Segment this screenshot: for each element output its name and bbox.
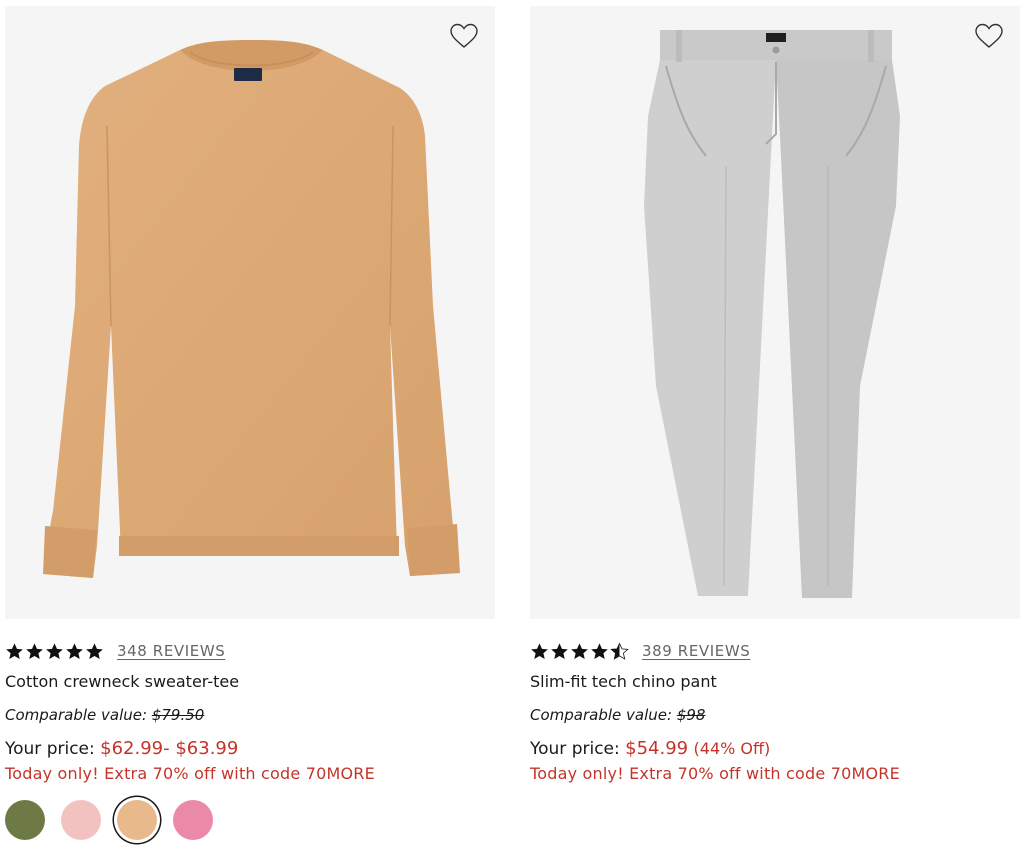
color-swatch-light-pink[interactable] [61, 800, 101, 840]
star-icon [571, 642, 588, 659]
your-price-label: Your price: [530, 739, 620, 759]
star-icon [6, 642, 23, 659]
product-image[interactable] [5, 6, 495, 619]
star-half-icon [610, 642, 629, 660]
rating-row: 389 REVIEWS [530, 639, 1020, 663]
comparable-value: Comparable value: $79.50 [5, 705, 495, 725]
reviews-link[interactable]: 348 REVIEWS [117, 642, 225, 660]
rating-row: 348 REVIEWS [5, 639, 495, 663]
star-icon [551, 642, 568, 659]
color-swatch-olive[interactable] [5, 800, 45, 840]
product-name[interactable]: Cotton crewneck sweater-tee [5, 672, 495, 692]
star-icon [531, 642, 548, 659]
promo-text: Today only! Extra 70% off with code 70MO… [530, 764, 900, 783]
sweater-image [43, 40, 460, 578]
color-swatches [5, 800, 495, 840]
product-image[interactable] [530, 6, 1020, 619]
heart-outline-icon[interactable] [974, 22, 1004, 50]
discount-percent: (44% Off) [693, 739, 771, 758]
comparable-label: Comparable value: [5, 706, 148, 724]
star-icon [591, 642, 608, 659]
comparable-price: $98 [676, 706, 706, 724]
comparable-label: Comparable value: [530, 706, 673, 724]
price-row: Your price: $62.99- $63.99 [5, 738, 495, 760]
reviews-link[interactable]: 389 REVIEWS [642, 642, 750, 660]
color-swatch-pink[interactable] [173, 800, 213, 840]
your-price: $54.99 [625, 738, 689, 759]
your-price: $62.99- $63.99 [100, 738, 239, 759]
your-price-label: Your price: [5, 739, 95, 759]
product-name[interactable]: Slim-fit tech chino pant [530, 672, 1020, 692]
star-icon [46, 642, 63, 659]
star-rating [530, 642, 629, 661]
promo-text: Today only! Extra 70% off with code 70MO… [5, 764, 375, 783]
color-swatch-camel[interactable] [117, 800, 157, 840]
star-icon [86, 642, 103, 659]
price-row: Your price: $54.99 (44% Off) [530, 738, 1020, 760]
pants-image [644, 30, 900, 598]
comparable-value: Comparable value: $98 [530, 705, 1020, 725]
product-card[interactable]: 389 REVIEWS Slim-fit tech chino pant Com… [530, 6, 1020, 849]
comparable-price: $79.50 [151, 706, 205, 724]
product-card[interactable]: 348 REVIEWS Cotton crewneck sweater-tee … [5, 6, 495, 849]
star-icon [66, 642, 83, 659]
star-icon [26, 642, 43, 659]
star-rating [5, 642, 104, 661]
heart-outline-icon[interactable] [449, 22, 479, 50]
